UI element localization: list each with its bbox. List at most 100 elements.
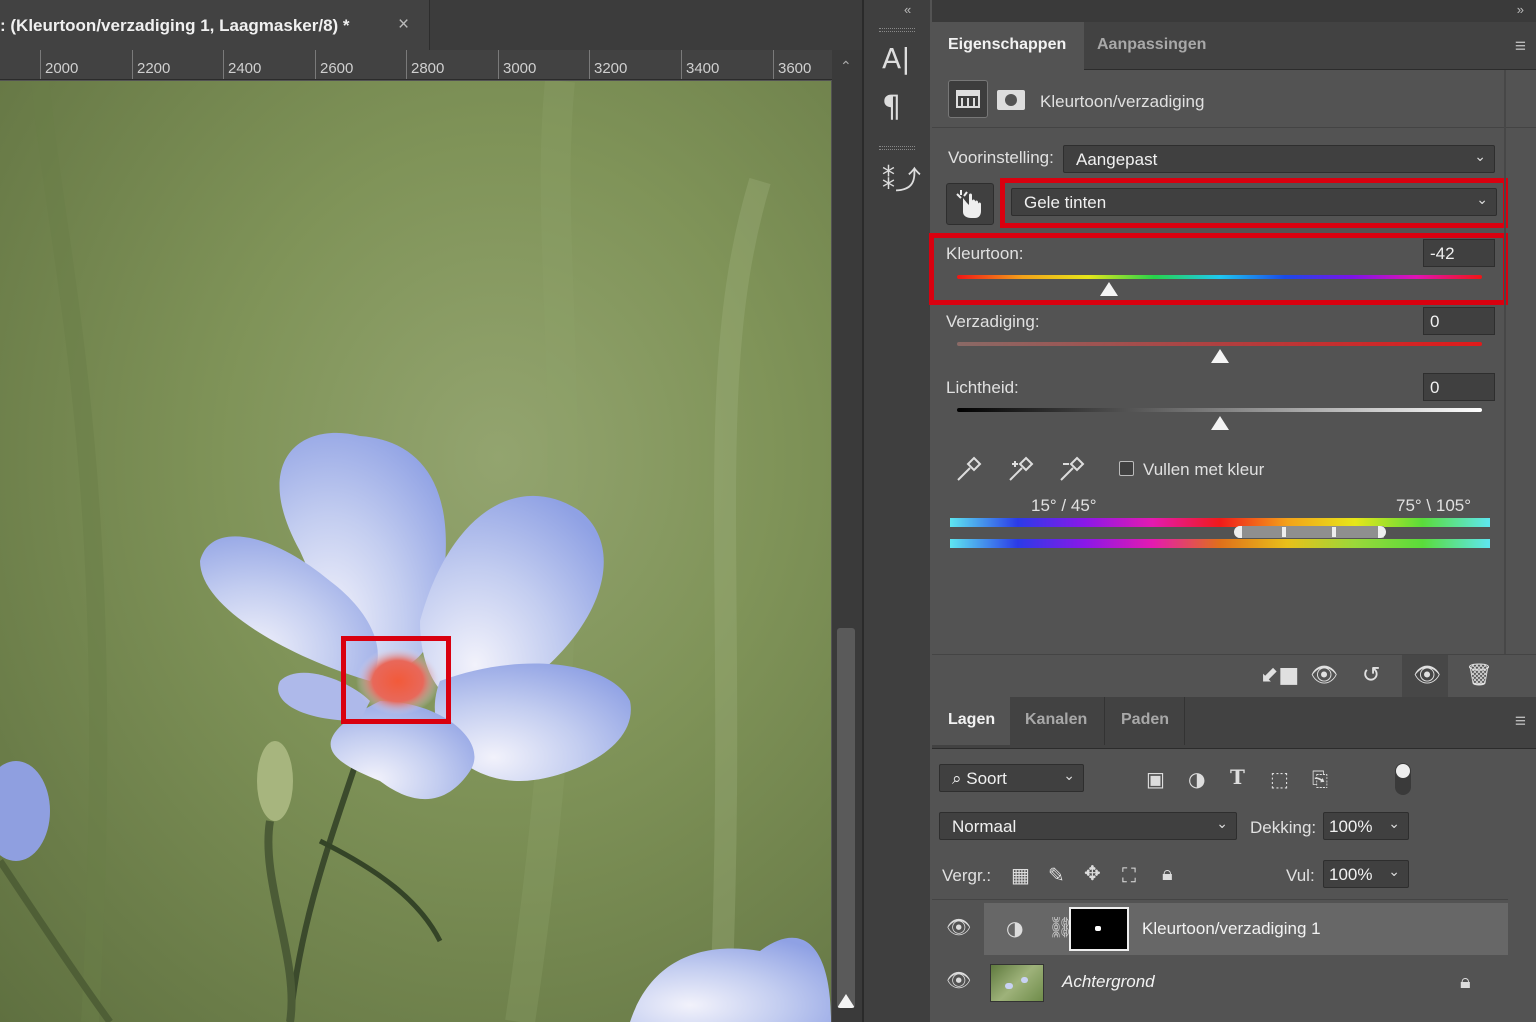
scrollbar-thumb[interactable] [837, 628, 855, 1008]
thumb-flower [1005, 983, 1013, 989]
lock-icon: 🔒︎ [1460, 969, 1471, 993]
input-color-bar [950, 518, 1490, 527]
strip-grip [879, 28, 915, 32]
opacity-field[interactable]: 100% ⌄ [1323, 812, 1409, 840]
toggle-visibility-icon[interactable]: 👁︎ [1413, 663, 1441, 688]
clip-to-layer-icon[interactable]: ⬋■ [1260, 663, 1299, 688]
preset-value: Aangepast [1076, 150, 1158, 169]
preset-label: Voorinstelling: [948, 148, 1054, 167]
panel-menu-icon[interactable]: ≡ [1515, 36, 1526, 58]
range-right-label: 75° \ 105° [1396, 496, 1472, 515]
opacity-label: Dekking: [1250, 818, 1317, 837]
filter-pixel-icon[interactable]: ▣ [1146, 767, 1165, 791]
filter-toggle[interactable] [1395, 763, 1411, 795]
saturation-slider-track[interactable] [957, 342, 1482, 346]
range-left-falloff-handle[interactable] [1234, 526, 1242, 538]
lock-image-icon[interactable]: ✎ [1048, 863, 1065, 887]
opacity-value: 100% [1329, 817, 1373, 836]
layers-menu-icon[interactable]: ≡ [1515, 711, 1526, 733]
filter-smart-object-icon[interactable]: ⎘ [1312, 767, 1328, 791]
layer-filter-dropdown[interactable]: ⌕ Soort ⌄ [939, 764, 1084, 792]
lock-label: Vergr.: [942, 866, 992, 885]
lock-artboard-icon[interactable]: ⛶ [1122, 863, 1136, 887]
lightness-input[interactable]: 0 [1423, 373, 1495, 401]
preset-dropdown[interactable]: Aangepast ⌄ [1063, 145, 1495, 173]
character-panel-icon[interactable]: A| [882, 42, 911, 75]
layer-name[interactable]: Kleurtoon/verzadiging 1 [1142, 919, 1321, 939]
view-previous-state-icon[interactable]: 👁︎ [1310, 663, 1338, 688]
delete-icon[interactable]: 🗑︎ [1465, 663, 1493, 688]
chevron-down-icon: ⌄ [1216, 815, 1228, 831]
fill-label: Vul: [1286, 866, 1315, 885]
collapse-panels-icon[interactable]: « [904, 2, 911, 17]
saturation-slider-thumb[interactable] [1210, 349, 1229, 363]
ruler-tick: 2000 [40, 50, 78, 79]
eyedropper-plus-icon[interactable] [1006, 454, 1036, 489]
fill-value: 100% [1329, 865, 1373, 884]
layer-mask-icon[interactable] [994, 82, 1034, 120]
filter-shape-icon[interactable]: ⬚ [1270, 767, 1289, 791]
vertical-scrollbar[interactable]: ⌃ [832, 50, 862, 1022]
tab-lagen[interactable]: Lagen [932, 697, 1010, 745]
ruler-tick: 3400 [681, 50, 719, 79]
eye-icon[interactable]: 👁︎ [946, 968, 971, 992]
adjustment-name: Kleurtoon/verzadiging [1040, 92, 1205, 111]
glyph-panel-icon[interactable]: ⁑⤴ [882, 160, 921, 197]
eyedropper-icon[interactable] [954, 454, 984, 489]
hue-saturation-icon[interactable] [948, 80, 988, 118]
document-tab[interactable]: : (Kleurtoon/verzadiging 1, Laagmasker/8… [0, 0, 430, 50]
filter-type-icon[interactable]: T [1230, 765, 1245, 789]
channel-dropdown[interactable]: Gele tinten ⌄ [1011, 188, 1497, 216]
tab-aanpassingen[interactable]: Aanpassingen [1081, 22, 1222, 70]
colorize-label: Vullen met kleur [1143, 460, 1265, 479]
blend-mode-dropdown[interactable]: Normaal ⌄ [939, 812, 1237, 840]
lightness-label: Lichtheid: [946, 378, 1019, 397]
color-range-selector[interactable] [1234, 526, 1386, 538]
reset-icon[interactable]: ↺ [1362, 663, 1380, 688]
filter-toggle-knob [1396, 764, 1410, 778]
saturation-label: Verzadiging: [946, 312, 1040, 331]
properties-footer: ⬋■ 👁︎ ↺ 👁︎ 🗑︎ [932, 654, 1536, 698]
properties-tabbar: Eigenschappen Aanpassingen ≡ [932, 22, 1536, 70]
chevron-down-icon: ⌄ [1063, 767, 1075, 783]
layer-row-background[interactable]: 👁︎ Achtergrond 🔒︎ [932, 956, 1508, 1008]
adjustment-layer-icon: ◑ [1006, 916, 1024, 940]
horizontal-ruler: 2000 2200 2400 2600 2800 3000 3200 3400 … [0, 50, 832, 80]
layer-name[interactable]: Achtergrond [1062, 972, 1155, 992]
paragraph-panel-icon[interactable]: ¶ [882, 90, 901, 125]
blend-mode-value: Normaal [952, 817, 1017, 836]
ruler-tick: 2400 [223, 50, 261, 79]
layers-tabbar: Lagen Kanalen Paden ≡ [932, 697, 1536, 749]
eye-icon[interactable]: 👁︎ [946, 915, 971, 939]
lightness-slider-thumb[interactable] [1210, 416, 1229, 430]
ruler-tick: 3000 [498, 50, 536, 79]
tab-kanalen[interactable]: Kanalen [1009, 697, 1105, 745]
hue-input[interactable]: -42 [1423, 239, 1495, 267]
layer-mask-thumbnail[interactable] [1069, 907, 1129, 951]
lock-all-icon[interactable]: 🔒︎ [1162, 861, 1173, 885]
targeted-adjustment-tool[interactable] [946, 183, 994, 225]
lock-position-icon[interactable]: ✥ [1084, 861, 1101, 885]
range-left-handle[interactable] [1282, 527, 1286, 537]
tab-paden[interactable]: Paden [1105, 697, 1185, 745]
hue-slider-track[interactable] [957, 275, 1482, 279]
lightness-slider-track[interactable] [957, 408, 1482, 412]
eyedropper-minus-icon[interactable] [1057, 454, 1087, 489]
range-right-handle[interactable] [1332, 527, 1336, 537]
output-color-bar [950, 539, 1490, 548]
fill-field[interactable]: 100% ⌄ [1323, 860, 1409, 888]
scroll-up-icon[interactable]: ⌃ [840, 58, 852, 75]
expand-panels-icon[interactable]: » [1517, 2, 1524, 17]
panel-icon-strip: « A| ¶ ⁑⤴ [864, 0, 930, 1022]
tab-eigenschappen[interactable]: Eigenschappen [932, 22, 1084, 70]
lock-transparency-icon[interactable]: ▦ [1011, 863, 1030, 887]
image-canvas[interactable] [0, 81, 831, 1022]
layer-row-hue-saturation[interactable]: 👁︎ ◑ ⛓︎ Kleurtoon/verzadiging 1 [932, 903, 1508, 955]
hue-slider-thumb[interactable] [1100, 282, 1119, 296]
colorize-checkbox[interactable] [1119, 461, 1134, 476]
panel-scroll-edge [1504, 70, 1506, 654]
filter-adjustment-icon[interactable]: ◑ [1188, 767, 1205, 791]
saturation-input[interactable]: 0 [1423, 307, 1495, 335]
strip-grip [879, 146, 915, 150]
close-document-icon[interactable]: × [398, 14, 409, 36]
